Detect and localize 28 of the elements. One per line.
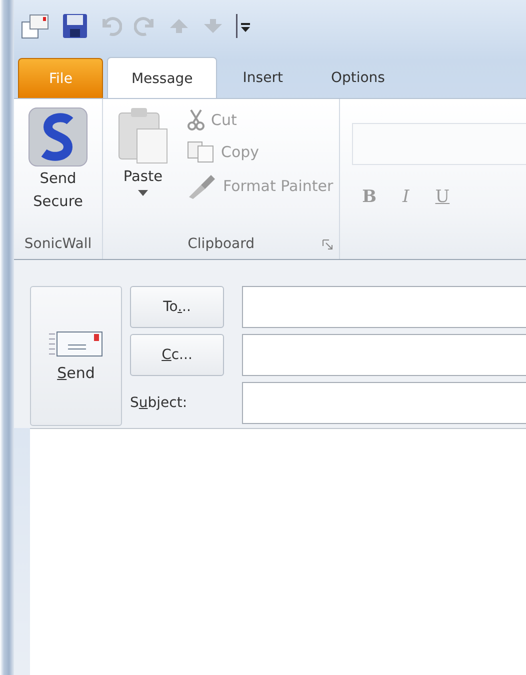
ribbon-tab[interactable]: Options (308, 58, 407, 98)
redo-icon[interactable] (134, 15, 156, 37)
recipient-button[interactable]: Cc... (130, 334, 224, 376)
subject-field[interactable] (242, 382, 526, 424)
down-arrow-icon[interactable] (202, 17, 224, 35)
recipient-field[interactable] (242, 286, 526, 328)
group-label: SonicWall (24, 236, 92, 252)
paintbrush-icon (187, 173, 217, 199)
font-box[interactable] (352, 123, 526, 165)
copy-icon (187, 141, 215, 163)
undo-icon[interactable] (100, 15, 122, 37)
customize-menu-icon[interactable] (236, 14, 250, 38)
message-icon[interactable] (20, 12, 50, 40)
send-secure-button[interactable]: Send Secure (20, 107, 96, 229)
recipient-button[interactable]: To... (130, 286, 224, 328)
send-button[interactable]: Send (30, 286, 122, 426)
envelope-icon (48, 330, 104, 358)
sonicwall-s-icon (28, 107, 88, 167)
recipient-field[interactable] (242, 334, 526, 376)
ribbon-tab[interactable]: Message (107, 57, 217, 99)
scissors-icon (187, 109, 205, 131)
dialog-launcher-icon[interactable] (322, 239, 334, 250)
up-arrow-icon[interactable] (168, 17, 190, 35)
group-label: Clipboard (188, 236, 255, 252)
subject-label: Subject: (130, 394, 188, 413)
clipboard-icon (117, 107, 169, 165)
ribbon-tab[interactable]: Insert (220, 58, 305, 98)
save-icon[interactable] (62, 13, 88, 39)
